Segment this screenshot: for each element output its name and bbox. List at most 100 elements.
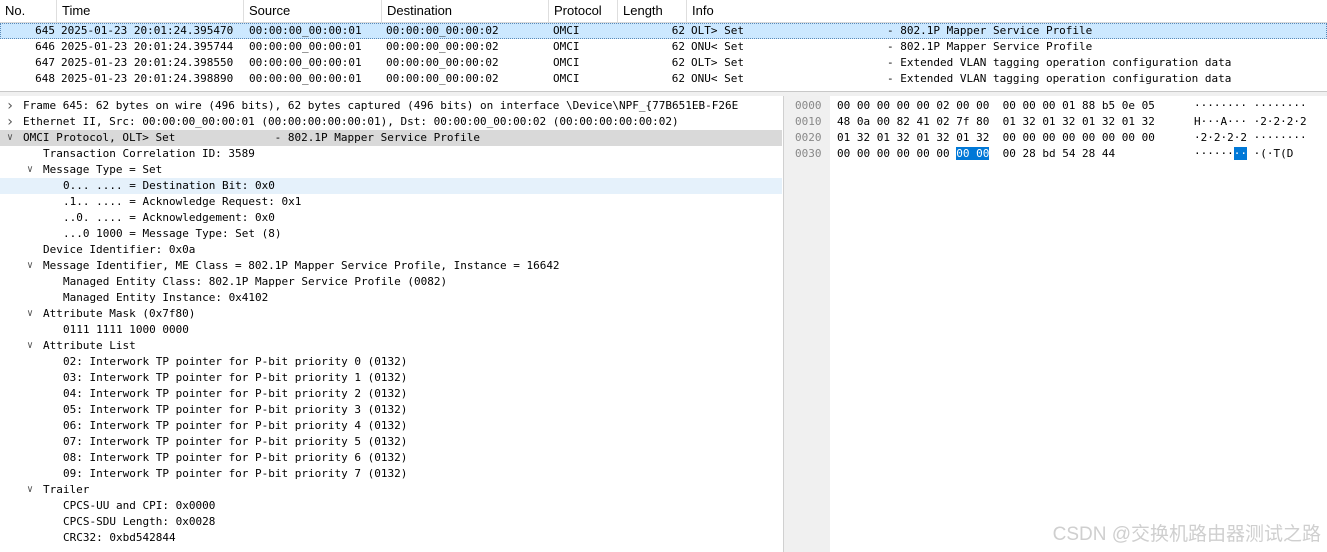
detail-tree-item[interactable]: CPCS-UU and CPI: 0x0000 xyxy=(0,498,782,514)
detail-tree-label: 0... .... = Destination Bit: 0x0 xyxy=(63,179,275,192)
detail-tree-label: 06: Interwork TP pointer for P-bit prior… xyxy=(63,419,408,432)
watermark: CSDN @交换机路由器测试之路 xyxy=(1052,524,1321,545)
packet-cell-no: 648 xyxy=(35,72,55,85)
detail-tree-label: .1.. .... = Acknowledge Request: 0x1 xyxy=(63,195,302,208)
packet-cell-dst: 00:00:00_00:00:02 xyxy=(386,40,499,53)
detail-tree-item[interactable]: 0111 1111 1000 0000 xyxy=(0,322,782,338)
chevron-down-icon[interactable]: ∨ xyxy=(4,130,16,146)
packet-details-tree[interactable]: › Frame 645: 62 bytes on wire (496 bits),… xyxy=(0,96,782,552)
detail-tree-item[interactable]: ∨ Attribute List xyxy=(0,338,782,354)
detail-tree-item[interactable]: 05: Interwork TP pointer for P-bit prior… xyxy=(0,402,782,418)
hex-bytes-first-half: 48 0a 00 82 41 02 7f 80 xyxy=(837,115,990,128)
detail-tree-item[interactable]: ∨ Attribute Mask (0x7f80) xyxy=(0,306,782,322)
detail-tree-item[interactable]: 09: Interwork TP pointer for P-bit prior… xyxy=(0,466,782,482)
packet-cell-time: 2025-01-23 20:01:24.395470 xyxy=(61,24,234,37)
detail-tree-label: 05: Interwork TP pointer for P-bit prior… xyxy=(63,403,408,416)
detail-tree-item[interactable]: .1.. .... = Acknowledge Request: 0x1 xyxy=(0,194,782,210)
detail-tree-item[interactable]: CPCS-SDU Length: 0x0028 xyxy=(0,514,782,530)
packet-row[interactable]: 647 2025-01-23 20:01:24.398550 00:00:00_00… xyxy=(0,55,1327,71)
chevron-down-icon[interactable]: ∨ xyxy=(24,338,36,354)
hex-offset: 0030 xyxy=(795,147,822,160)
detail-tree-label: CPCS-SDU Length: 0x0028 xyxy=(63,515,216,528)
column-header-destination[interactable]: Destination xyxy=(382,0,549,22)
detail-tree-item[interactable]: › Frame 645: 62 bytes on wire (496 bits),… xyxy=(0,98,782,114)
detail-tree-item[interactable]: 04: Interwork TP pointer for P-bit prior… xyxy=(0,386,782,402)
packet-cell-proto: OMCI xyxy=(553,24,580,37)
detail-tree-item[interactable]: CRC32: 0xbd542844 xyxy=(0,530,782,546)
detail-tree-item[interactable]: ∨ Message Identifier, ME Class = 802.1P M… xyxy=(0,258,782,274)
ascii-text: ········ ········ xyxy=(1194,99,1307,112)
detail-tree-label: Frame 645: 62 bytes on wire (496 bits), … xyxy=(23,99,739,112)
ascii-bytes[interactable]: ········ ········ xyxy=(1194,98,1307,114)
packet-cell-src: 00:00:00_00:00:01 xyxy=(249,56,362,69)
detail-tree-item[interactable]: ∨ Message Type = Set xyxy=(0,162,782,178)
detail-tree-item[interactable]: ∨ OMCI Protocol, OLT> Set - 802.1P Mapper… xyxy=(0,130,782,146)
chevron-down-icon[interactable]: ∨ xyxy=(24,162,36,178)
detail-tree-item[interactable]: ..0. .... = Acknowledgement: 0x0 xyxy=(0,210,782,226)
ascii-bytes[interactable]: ········ ·(·T(D xyxy=(1194,146,1293,162)
detail-tree-item[interactable]: ...0 1000 = Message Type: Set (8) xyxy=(0,226,782,242)
packet-cell-proto: OMCI xyxy=(553,56,580,69)
chevron-right-icon[interactable]: › xyxy=(4,98,16,114)
ascii-selected[interactable]: ·· xyxy=(1233,147,1247,160)
chevron-right-icon[interactable]: › xyxy=(4,114,16,130)
detail-tree-label: OMCI Protocol, OLT> Set - 802.1P Mapper … xyxy=(23,131,480,144)
packet-cell-no: 647 xyxy=(35,56,55,69)
hex-bytes-selected[interactable]: 00 00 xyxy=(956,147,990,160)
packet-row[interactable]: 645 2025-01-23 20:01:24.395470 00:00:00_00… xyxy=(0,23,1327,39)
detail-tree-item[interactable]: 02: Interwork TP pointer for P-bit prior… xyxy=(0,354,782,370)
detail-tree-label: Managed Entity Instance: 0x4102 xyxy=(63,291,269,304)
detail-tree-label: CPCS-UU and CPI: 0x0000 xyxy=(63,499,216,512)
packet-cell-dir: OLT> Set xyxy=(691,24,744,37)
column-header-info[interactable]: Info xyxy=(687,0,1327,22)
detail-tree-label: Transaction Correlation ID: 3589 xyxy=(43,147,255,160)
detail-tree-item[interactable]: ∨ Trailer xyxy=(0,482,782,498)
packet-cell-len: 62 xyxy=(671,40,685,53)
column-header-source[interactable]: Source xyxy=(244,0,382,22)
hex-bytes[interactable]: 00 00 00 00 00 02 00 00 00 00 00 01 88 b… xyxy=(837,98,1155,114)
hex-bytes-second-half: 00 00 00 01 88 b5 0e 05 xyxy=(1002,99,1155,112)
chevron-down-icon[interactable]: ∨ xyxy=(24,306,36,322)
column-header-no[interactable]: No. xyxy=(0,0,57,22)
hex-bytes-first-half: 01 32 01 32 01 32 01 32 xyxy=(837,131,990,144)
hex-bytes-post: 00 28 bd 54 28 44 xyxy=(989,147,1116,160)
detail-tree-item[interactable]: 07: Interwork TP pointer for P-bit prior… xyxy=(0,434,782,450)
offset-gutter xyxy=(788,96,830,552)
ascii-bytes[interactable]: H···A··· ·2·2·2·2 xyxy=(1194,114,1307,130)
packet-row[interactable]: 648 2025-01-23 20:01:24.398890 00:00:00_00… xyxy=(0,71,1327,87)
detail-tree-item[interactable]: 08: Interwork TP pointer for P-bit prior… xyxy=(0,450,782,466)
hex-bytes[interactable]: 00 00 00 00 00 00 00 00 00 28 bd 54 28 4… xyxy=(837,146,1115,162)
packet-cell-desc: - Extended VLAN tagging operation config… xyxy=(887,56,1232,69)
detail-tree-item[interactable]: Managed Entity Instance: 0x4102 xyxy=(0,290,782,306)
detail-tree-label: 08: Interwork TP pointer for P-bit prior… xyxy=(63,451,408,464)
packet-cell-len: 62 xyxy=(671,24,685,37)
detail-tree-label: 0111 1111 1000 0000 xyxy=(63,323,189,336)
detail-tree-item[interactable]: 0... .... = Destination Bit: 0x0 xyxy=(0,178,782,194)
packet-row[interactable]: 646 2025-01-23 20:01:24.395744 00:00:00_00… xyxy=(0,39,1327,55)
chevron-down-icon[interactable]: ∨ xyxy=(24,258,36,274)
detail-tree-label: Trailer xyxy=(43,483,90,496)
packet-bytes-pane[interactable]: 0000 00 00 00 00 00 02 00 00 00 00 00 01 … xyxy=(788,96,1327,552)
packet-cell-dst: 00:00:00_00:00:02 xyxy=(386,24,499,37)
detail-tree-label: Message Identifier, ME Class = 802.1P Ma… xyxy=(43,259,560,272)
hex-bytes-pre: 00 00 00 00 00 00 xyxy=(837,147,957,160)
detail-tree-item[interactable]: 03: Interwork TP pointer for P-bit prior… xyxy=(0,370,782,386)
detail-tree-item[interactable]: Managed Entity Class: 802.1P Mapper Serv… xyxy=(0,274,782,290)
packet-cell-no: 646 xyxy=(35,40,55,53)
detail-tree-item[interactable]: 06: Interwork TP pointer for P-bit prior… xyxy=(0,418,782,434)
detail-tree-item[interactable]: Transaction Correlation ID: 3589 xyxy=(0,146,782,162)
ascii-bytes[interactable]: ·2·2·2·2 ········ xyxy=(1194,130,1307,146)
column-header-length[interactable]: Length xyxy=(618,0,687,22)
hex-offset: 0020 xyxy=(795,131,822,144)
detail-tree-item[interactable]: › Ethernet II, Src: 00:00:00_00:00:01 (00… xyxy=(0,114,782,130)
detail-tree-label: ...0 1000 = Message Type: Set (8) xyxy=(63,227,282,240)
packet-cell-time: 2025-01-23 20:01:24.395744 xyxy=(61,40,234,53)
detail-tree-item[interactable]: Device Identifier: 0x0a xyxy=(0,242,782,258)
packet-list[interactable]: No. Time Source Destination Protocol Len… xyxy=(0,0,1327,92)
hex-bytes-second-half: 00 00 00 00 00 00 00 00 xyxy=(1002,131,1155,144)
chevron-down-icon[interactable]: ∨ xyxy=(24,482,36,498)
hex-bytes[interactable]: 48 0a 00 82 41 02 7f 80 01 32 01 32 01 3… xyxy=(837,114,1155,130)
hex-bytes[interactable]: 01 32 01 32 01 32 01 32 00 00 00 00 00 0… xyxy=(837,130,1155,146)
column-header-protocol[interactable]: Protocol xyxy=(549,0,618,22)
column-header-time[interactable]: Time xyxy=(57,0,244,22)
